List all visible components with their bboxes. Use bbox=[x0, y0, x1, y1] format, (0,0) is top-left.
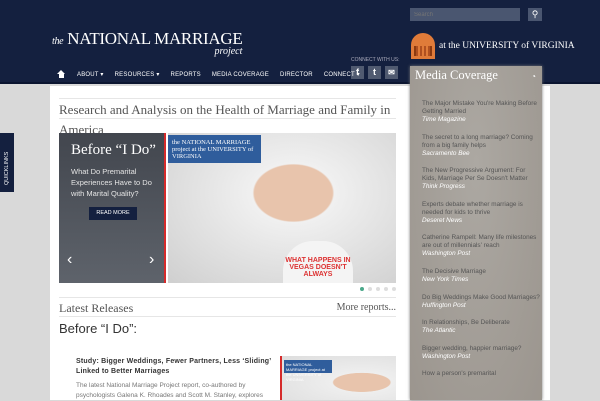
nav-about[interactable]: ABOUT ▾ bbox=[77, 71, 104, 78]
search-icon: ⚲ bbox=[531, 9, 539, 19]
slide-caption: Before “I Do” What Do Premarital Experie… bbox=[59, 133, 166, 283]
media-item[interactable]: The secret to a long marriage? Coming fr… bbox=[422, 134, 540, 158]
media-item-title[interactable]: In Relationships, Be Deliberate bbox=[422, 319, 510, 326]
release-heading: Before “I Do”: bbox=[59, 321, 138, 336]
search-button[interactable]: ⚲ bbox=[528, 8, 542, 21]
study-title-link[interactable]: Study: Bigger Weddings, Fewer Partners, … bbox=[76, 357, 274, 377]
media-item-source: Think Progress bbox=[422, 183, 465, 191]
hero-slider[interactable]: Before “I Do” What Do Premarital Experie… bbox=[59, 133, 396, 283]
tagline: Research and Analysis on the Health of M… bbox=[59, 98, 396, 134]
sidebar-title: Media Coverage bbox=[415, 68, 498, 82]
nav-media-coverage[interactable]: MEDIA COVERAGE bbox=[212, 72, 269, 78]
media-coverage-sidebar: Media Coverage ◔ The Major Mistake You'r… bbox=[410, 66, 542, 400]
email-icon[interactable]: ✉ bbox=[385, 66, 398, 79]
latest-releases-heading: Latest Releases bbox=[59, 301, 134, 315]
media-item-title[interactable]: Do Big Weddings Make Good Marriages? bbox=[422, 294, 540, 301]
media-item-source: Time Magazine bbox=[422, 116, 466, 123]
nav-connect[interactable]: CONNECT ▾ bbox=[324, 71, 360, 78]
rss-icon[interactable]: ◔ bbox=[531, 72, 536, 81]
main-nav: ABOUT ▾ RESOURCES ▾ REPORTS MEDIA COVERA… bbox=[57, 70, 371, 79]
slide-title: Before “I Do” bbox=[71, 142, 156, 158]
media-item[interactable]: Catherine Rampell: Many life milestones … bbox=[422, 234, 540, 258]
slide-badge: the NATIONAL MARRIAGE project at the UNI… bbox=[168, 135, 261, 163]
media-item[interactable]: In Relationships, Be Deliberate The Atlan… bbox=[422, 319, 540, 335]
slider-dot[interactable] bbox=[368, 287, 372, 291]
nav-director[interactable]: DIRECTOR bbox=[280, 72, 313, 78]
site-logo[interactable]: the NATIONAL MARRIAGE project bbox=[52, 29, 243, 57]
media-item-title[interactable]: Experts debate whether marriage is neede… bbox=[422, 201, 523, 216]
media-item-source: Washington Post bbox=[422, 250, 471, 258]
quicklinks-tab[interactable]: QUICKLINKS bbox=[0, 133, 14, 192]
media-item-source: New York Times bbox=[422, 275, 469, 283]
media-item[interactable]: How a person's premarital bbox=[422, 370, 540, 378]
uva-logo[interactable]: at the UNIVERSITY of VIRGINIA bbox=[411, 33, 575, 59]
media-item[interactable]: The Major Mistake You're Making Before G… bbox=[422, 100, 540, 124]
read-more-button[interactable]: READ MORE bbox=[89, 207, 137, 220]
media-item[interactable]: Do Big Weddings Make Good Marriages? Huff… bbox=[422, 294, 540, 310]
media-item[interactable]: The Decisive Marriage New York Times bbox=[422, 268, 540, 284]
connect-label: CONNECT WITH US: bbox=[351, 57, 400, 63]
slide-subtitle: What Do Premarital Experiences Have to D… bbox=[71, 167, 152, 198]
media-item-title[interactable]: The Decisive Marriage bbox=[422, 268, 486, 275]
more-reports-link[interactable]: More reports... bbox=[337, 302, 396, 313]
nav-resources[interactable]: RESOURCES ▾ bbox=[115, 71, 160, 78]
media-item-title[interactable]: Bigger wedding, happier marriage? bbox=[422, 345, 521, 352]
media-item-source: Sacramento Bee bbox=[422, 149, 470, 157]
rotunda-icon bbox=[411, 33, 435, 59]
prev-arrow-icon[interactable]: ‹ bbox=[67, 251, 72, 269]
media-item[interactable]: The New Progressive Argument: For Kids, … bbox=[422, 167, 540, 191]
onesie-text: WHAT HAPPENS IN VEGAS DOESN'T ALWAYS bbox=[283, 241, 353, 283]
home-icon[interactable] bbox=[57, 70, 66, 79]
next-arrow-icon[interactable]: › bbox=[149, 251, 154, 269]
media-item-source: Deseret News bbox=[422, 216, 463, 224]
media-item-title[interactable]: The secret to a long marriage? Coming fr… bbox=[422, 134, 533, 149]
study-thumbnail[interactable]: the NATIONAL MARRIAGE project at the UNI… bbox=[280, 356, 396, 400]
media-item-title[interactable]: How a person's premarital bbox=[422, 370, 496, 377]
media-item-source: The Atlantic bbox=[422, 327, 456, 335]
media-item-title[interactable]: Catherine Rampell: Many life milestones … bbox=[422, 234, 536, 249]
study-description: The latest National Marriage Project rep… bbox=[76, 382, 264, 399]
slide-image: the NATIONAL MARRIAGE project at the UNI… bbox=[168, 133, 396, 283]
slider-dot[interactable] bbox=[376, 287, 380, 291]
media-item-source: Washington Post bbox=[422, 352, 471, 360]
search-input[interactable] bbox=[410, 8, 520, 21]
latest-releases-bar: Latest Releases More reports... bbox=[59, 297, 396, 317]
media-item-title[interactable]: The Major Mistake You're Making Before G… bbox=[422, 100, 537, 115]
media-item-source: Huffington Post bbox=[422, 301, 466, 309]
slider-dot[interactable] bbox=[384, 287, 388, 291]
slider-dot[interactable] bbox=[392, 287, 396, 291]
media-item[interactable]: Experts debate whether marriage is neede… bbox=[422, 201, 540, 225]
slider-dots bbox=[360, 287, 396, 291]
nav-reports[interactable]: REPORTS bbox=[171, 72, 201, 78]
media-item[interactable]: Bigger wedding, happier marriage? Washing… bbox=[422, 345, 540, 361]
media-item-title[interactable]: The New Progressive Argument: For Kids, … bbox=[422, 167, 528, 182]
slider-dot[interactable] bbox=[360, 287, 364, 291]
